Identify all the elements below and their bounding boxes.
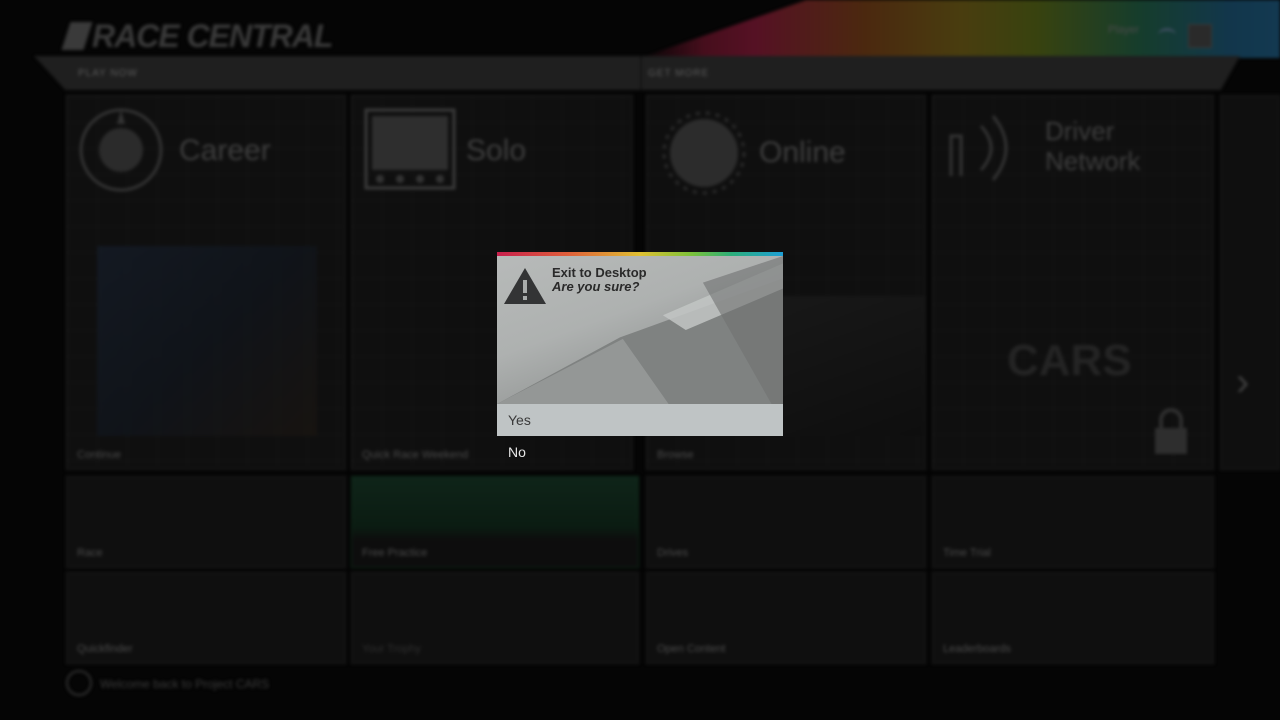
tile-solo-title: Solo	[466, 134, 527, 167]
driver-network-signal-icon	[949, 115, 1008, 181]
solo-grid-icon	[364, 108, 456, 190]
tile-caption: Drives	[657, 547, 689, 559]
header-rainbow-stripe	[640, 0, 1280, 58]
exit-dialog: Exit to Desktop Are you sure? Yes No	[497, 252, 783, 468]
online-background-art	[767, 296, 925, 436]
tile-free-practice[interactable]: Free Practice	[351, 476, 639, 568]
tile-caption: Open Content	[657, 643, 726, 655]
info-icon	[66, 670, 92, 696]
avatar[interactable]	[1188, 24, 1212, 48]
tile-career-title: Career	[179, 134, 271, 167]
tile-caption: Quickfinder	[77, 643, 133, 655]
tile-caption: Time Trial	[943, 547, 991, 559]
player-status: Player	[1108, 24, 1140, 36]
career-thumbnail-grid	[97, 246, 317, 436]
tile-driver-network-title: Driver Network	[1045, 116, 1141, 176]
tile-driver-network[interactable]: Driver Network CARS	[932, 95, 1214, 470]
tile-cars-text: CARS	[1007, 336, 1132, 385]
online-globe-icon	[662, 111, 746, 195]
next-chevron-icon[interactable]: ›	[1236, 360, 1249, 405]
tile-online-title: Online	[759, 136, 846, 169]
tile-caption: Free Practice	[362, 547, 428, 559]
menu-tab-bar: PLAY NOW GET MORE	[34, 56, 1240, 90]
tile-open-content[interactable]: Open Content	[646, 572, 926, 664]
career-wreath-icon	[79, 108, 163, 192]
tile-quickfinder[interactable]: Quickfinder	[66, 572, 346, 664]
tile-caption: Your Trophy	[362, 643, 421, 655]
logo-text: RACE CENTRAL	[92, 18, 333, 54]
tile-career[interactable]: Career Continue	[66, 95, 346, 470]
dialog-header-art: Exit to Desktop Are you sure?	[497, 256, 783, 404]
tile-partial-right[interactable]	[1220, 95, 1280, 470]
dialog-subtitle: Are you sure?	[552, 279, 640, 294]
tile-drives[interactable]: Drives	[646, 476, 926, 568]
tile-your-trophy[interactable]: Your Trophy	[351, 572, 639, 664]
lock-icon	[1155, 408, 1187, 454]
yes-button[interactable]: Yes	[497, 404, 783, 436]
tile-career-caption: Continue	[77, 449, 122, 461]
tab-play-now[interactable]: PLAY NOW	[78, 68, 138, 79]
tile-caption: Race	[77, 547, 103, 559]
tab-get-more[interactable]: GET MORE	[648, 68, 709, 79]
footer-message: Welcome back to Project CARS	[100, 677, 270, 691]
tile-caption: Leaderboards	[943, 643, 1011, 655]
network-icon	[1158, 28, 1176, 42]
no-button[interactable]: No	[497, 436, 783, 468]
tile-leaderboards[interactable]: Leaderboards	[932, 572, 1214, 664]
warning-icon	[504, 268, 546, 304]
tile-time-trial[interactable]: Time Trial	[932, 476, 1214, 568]
tab-divider	[640, 56, 642, 90]
app-logo: RACE CENTRAL	[61, 18, 333, 54]
tile-race[interactable]: Race	[66, 476, 346, 568]
logo-mark-icon	[61, 22, 93, 50]
tile-solo-caption: Quick Race Weekend	[362, 449, 469, 461]
dialog-title: Exit to Desktop	[552, 265, 647, 280]
